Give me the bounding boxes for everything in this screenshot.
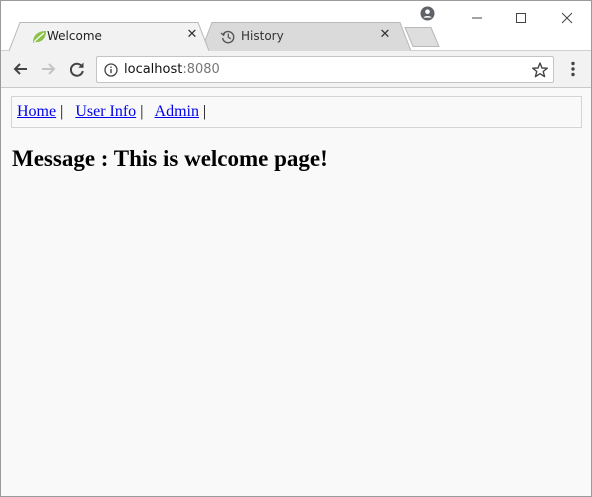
close-tab-icon[interactable]: ✕ (377, 27, 393, 43)
info-icon[interactable] (104, 63, 118, 77)
url-text: localhost:8080 (124, 62, 220, 77)
welcome-message: Message : This is welcome page! (12, 146, 328, 171)
browser-toolbar: localhost:8080 (1, 50, 591, 88)
browser-window: Welcome ✕ History ✕ localhost:8080 Home … (0, 0, 592, 497)
profile-icon[interactable] (420, 6, 435, 21)
back-arrow-icon[interactable] (11, 59, 31, 79)
menu-dots-icon[interactable] (565, 60, 581, 78)
home-link[interactable]: Home (17, 103, 56, 120)
nav-separator: | (60, 103, 64, 120)
history-icon (220, 29, 236, 45)
nav-separator: | (140, 103, 144, 120)
minimize-icon[interactable] (466, 7, 488, 29)
tab-welcome[interactable]: Welcome ✕ (9, 22, 209, 51)
reload-icon[interactable] (67, 59, 87, 79)
close-tab-icon[interactable]: ✕ (184, 27, 200, 43)
tab-strip: Welcome ✕ History ✕ (1, 1, 591, 51)
spring-leaf-icon (31, 29, 47, 45)
user-info-link[interactable]: User Info (75, 103, 136, 120)
tab-title: History (241, 29, 284, 43)
tab-title: Welcome (47, 29, 102, 43)
admin-link[interactable]: Admin (155, 103, 199, 120)
close-window-icon[interactable] (556, 7, 578, 29)
maximize-icon[interactable] (510, 7, 532, 29)
forward-arrow-icon[interactable] (38, 59, 58, 79)
tab-history[interactable]: History ✕ (201, 22, 411, 51)
bookmark-star-icon[interactable] (531, 61, 549, 79)
url-port: :8080 (182, 62, 220, 77)
address-bar[interactable]: localhost:8080 (96, 56, 554, 83)
url-host: localhost (124, 62, 183, 77)
nav-separator: | (202, 103, 207, 120)
page-content: Home | User Info | Admin | Message : Thi… (1, 89, 591, 496)
nav-menu: Home | User Info | Admin | (11, 96, 582, 128)
